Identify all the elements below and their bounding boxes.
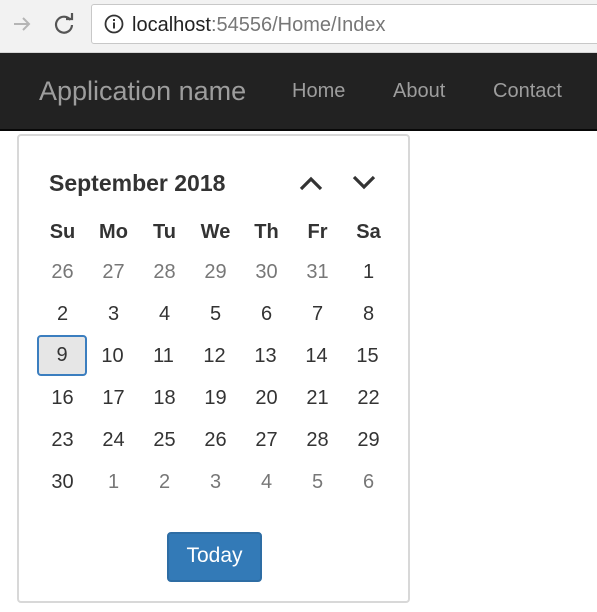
calendar-week-row: 26 27 28 29 30 31 1	[37, 251, 394, 293]
day-cell-other-month[interactable]: 26	[37, 251, 88, 293]
reload-icon	[54, 13, 74, 34]
day-cell[interactable]: 17	[88, 377, 139, 419]
weekday-header: Mo	[99, 220, 128, 243]
day-cell[interactable]: 21	[292, 377, 343, 419]
reload-button[interactable]	[50, 10, 78, 38]
day-cell[interactable]: 30	[37, 461, 88, 503]
weekday-header: Fr	[307, 220, 328, 243]
day-cell[interactable]: 4	[139, 293, 190, 335]
day-cell[interactable]: 25	[139, 419, 190, 461]
day-cell-other-month[interactable]: 28	[139, 251, 190, 293]
previous-month-button[interactable]	[296, 170, 326, 196]
day-cell[interactable]: 27	[241, 419, 292, 461]
day-cell[interactable]: 14	[291, 335, 342, 377]
next-month-button[interactable]	[349, 170, 379, 196]
day-cell-other-month[interactable]: 1	[88, 461, 139, 503]
calendar-week-row: 16 17 18 19 20 21 22	[37, 377, 394, 419]
day-cell[interactable]: 13	[240, 335, 291, 377]
forward-button[interactable]	[8, 10, 36, 38]
url-host: localhost	[132, 14, 211, 36]
day-cell[interactable]: 1	[343, 251, 394, 293]
day-cell[interactable]: 26	[190, 419, 241, 461]
day-cell[interactable]: 11	[138, 335, 189, 377]
day-cell[interactable]: 15	[342, 335, 393, 377]
day-cell[interactable]: 18	[139, 377, 190, 419]
day-cell[interactable]: 16	[37, 377, 88, 419]
day-cell-other-month[interactable]: 30	[241, 251, 292, 293]
day-cell[interactable]: 24	[88, 419, 139, 461]
calendar-weeks: 26 27 28 29 30 31 1 2 3 4 5 6 7 8 9 10 11 12 13 14 15 16 17 18 1…	[37, 251, 394, 503]
day-cell[interactable]: 2	[37, 293, 88, 335]
nav-link-contact[interactable]: Contact	[493, 79, 562, 103]
day-cell-other-month[interactable]: 4	[241, 461, 292, 503]
today-button[interactable]: Today	[167, 532, 262, 582]
day-cell-other-month[interactable]: 31	[292, 251, 343, 293]
nav-link-home[interactable]: Home	[292, 79, 345, 103]
info-icon[interactable]	[104, 14, 124, 34]
day-cell[interactable]: 8	[343, 293, 394, 335]
day-cell-other-month[interactable]: 2	[139, 461, 190, 503]
day-cell[interactable]: 12	[189, 335, 240, 377]
day-cell[interactable]: 20	[241, 377, 292, 419]
day-cell-selected[interactable]: 9	[37, 335, 87, 376]
day-cell[interactable]: 23	[37, 419, 88, 461]
day-cell[interactable]: 19	[190, 377, 241, 419]
day-cell[interactable]: 6	[241, 293, 292, 335]
day-cell[interactable]: 22	[343, 377, 394, 419]
day-cell-other-month[interactable]: 29	[190, 251, 241, 293]
day-cell[interactable]: 5	[190, 293, 241, 335]
day-cell[interactable]: 29	[343, 419, 394, 461]
calendar-week-row: 9 10 11 12 13 14 15	[37, 335, 394, 377]
day-cell-other-month[interactable]: 5	[292, 461, 343, 503]
weekday-header: Tu	[153, 220, 176, 243]
calendar-week-row: 2345678	[37, 293, 394, 335]
url-path: :54556/Home/Index	[210, 14, 386, 36]
day-cell[interactable]: 28	[292, 419, 343, 461]
day-cell[interactable]: 7	[292, 293, 343, 335]
weekday-header: Su	[49, 220, 76, 243]
chevron-down-icon	[352, 175, 376, 190]
site-navbar: Application name Home About Contact	[0, 53, 597, 131]
day-cell-other-month[interactable]: 27	[88, 251, 139, 293]
brand-link[interactable]: Application name	[39, 75, 246, 107]
url-text[interactable]: localhost:54556/Home/Index	[132, 13, 386, 37]
day-cell-other-month[interactable]: 6	[343, 461, 394, 503]
day-cell[interactable]: 10	[87, 335, 138, 377]
calendar-grid: Su Mo Tu We Th Fr Sa 26 27 28 29 30 31 1 2 3 4 5 6 7…	[37, 213, 394, 503]
weekday-header: Th	[254, 220, 279, 243]
weekday-header: Sa	[356, 220, 381, 243]
browser-toolbar: localhost:54556/Home/Index	[0, 0, 597, 53]
month-year-title[interactable]: September 2018	[49, 169, 225, 197]
calendar-week-row: 30 1 2 3 4 5 6	[37, 461, 394, 503]
calendar-week-row: 23 24 25 26 27 28 29	[37, 419, 394, 461]
chevron-up-icon	[299, 176, 323, 191]
day-cell-other-month[interactable]: 3	[190, 461, 241, 503]
datepicker-popup: September 2018 Su Mo Tu We Th Fr Sa 26 27…	[17, 134, 410, 603]
arrow-right-icon	[14, 17, 31, 31]
day-cell[interactable]: 3	[88, 293, 139, 335]
address-bar[interactable]: localhost:54556/Home/Index	[91, 4, 597, 44]
weekday-header-row: Su Mo Tu We Th Fr Sa	[37, 213, 394, 251]
nav-link-about[interactable]: About	[393, 79, 445, 103]
weekday-header: We	[200, 220, 231, 243]
